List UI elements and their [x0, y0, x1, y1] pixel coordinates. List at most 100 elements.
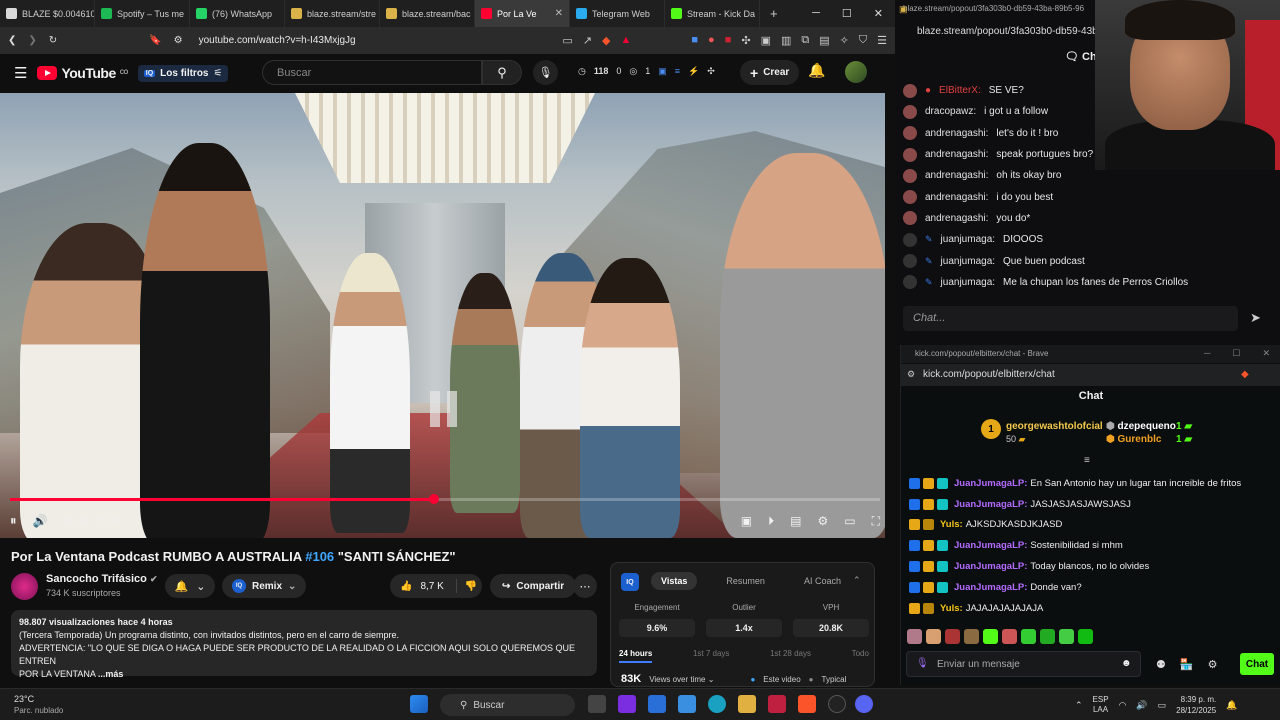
rewards-icon[interactable]: ▲ [621, 34, 632, 47]
collapse-chevron-icon[interactable]: ⌃ [853, 575, 861, 586]
top-gifter-name[interactable]: georgewashtolofcial [1006, 421, 1103, 432]
send-chat-button[interactable]: Chat [1240, 653, 1274, 675]
chat-username[interactable]: andrenagashi: [925, 128, 988, 139]
menu-icon[interactable]: ☰ [877, 34, 887, 47]
chat-avatar[interactable] [903, 147, 917, 162]
taskbar-search[interactable]: ⚲ Buscar [440, 694, 575, 716]
subtitles-icon[interactable]: ▤ [790, 514, 801, 529]
url-text[interactable]: youtube.com/watch?v=h-I43MxjgJg [199, 35, 356, 46]
app-icon[interactable] [618, 695, 636, 713]
sidebar-icon[interactable]: ▥ [781, 34, 791, 47]
app-icon[interactable] [768, 695, 786, 713]
weather-widget[interactable]: 23°C Parc. nublado [14, 693, 63, 717]
volume-icon[interactable]: 🔊 [33, 514, 48, 528]
folder-icon[interactable] [738, 695, 756, 713]
pinned-toggle-icon[interactable]: ≡ [1084, 455, 1090, 466]
chevron-up-icon[interactable]: ⌃ [1075, 700, 1083, 711]
video-description[interactable]: 98.807 visualizaciones hace 4 horas (Ter… [11, 610, 597, 679]
emote-icon[interactable] [1059, 629, 1074, 644]
fullscreen-icon[interactable]: ⛶ [872, 514, 880, 529]
emote-icon[interactable] [1021, 629, 1036, 644]
gifter-name[interactable]: ⬢ dzepequeno [1106, 421, 1176, 432]
chat-username[interactable]: JuanJumagaLP: [954, 561, 1027, 572]
brave-shield-icon[interactable]: ◆ [1241, 369, 1249, 380]
store-icon[interactable]: 🏪 [1180, 658, 1194, 671]
kick-message-input[interactable]: Enviar un mensaje [906, 651, 1141, 677]
send-icon[interactable]: ➤ [1250, 310, 1261, 326]
emote-icon[interactable] [945, 629, 960, 644]
chat-avatar[interactable] [903, 190, 917, 205]
chat-avatar[interactable] [903, 275, 917, 290]
back-icon[interactable]: ❮ [8, 35, 16, 46]
settings-gear-icon[interactable]: ⚙ [1208, 658, 1218, 671]
pause-overlay-icon[interactable] [430, 391, 460, 427]
chat-avatar[interactable] [903, 104, 917, 119]
emote-icon[interactable] [964, 629, 979, 644]
chat-username[interactable]: juanjumaga: [941, 234, 995, 245]
maximize-icon[interactable]: ☐ [1232, 348, 1240, 359]
extension-icon[interactable]: ⚡ [688, 66, 699, 77]
thumbs-up-icon[interactable]: 👍 [400, 581, 412, 592]
bits-icon[interactable]: ⚉ [1156, 658, 1166, 671]
chat-avatar[interactable] [903, 254, 917, 269]
youtube-logo[interactable]: YouTube CO [37, 65, 128, 81]
browser-tab[interactable]: BLAZE $0.004610 [0, 0, 95, 27]
clock[interactable]: 8:39 p. m. 28/12/2025 [1176, 694, 1216, 716]
emote-icon[interactable] [926, 629, 941, 644]
chat-username[interactable]: dracopawz: [925, 106, 976, 117]
chat-username[interactable]: JuanJumagaLP: [954, 582, 1027, 593]
minimize-icon[interactable]: ─ [812, 7, 820, 20]
cast-icon[interactable]: ▭ [562, 34, 572, 47]
chat-avatar[interactable] [903, 126, 917, 141]
close-icon[interactable]: ✕ [874, 7, 883, 20]
battery-icon[interactable]: ▭ [1158, 700, 1167, 711]
emoji-icon[interactable]: ☻ [1121, 658, 1132, 669]
windows-start-icon[interactable] [410, 695, 428, 713]
wifi-icon[interactable]: ◠ [1119, 700, 1127, 711]
chat-username[interactable]: juanjumaga: [941, 256, 995, 267]
emote-icon[interactable] [983, 629, 998, 644]
iq-icon[interactable]: ▣ [741, 514, 752, 529]
store-icon[interactable] [678, 695, 696, 713]
more-actions-button[interactable]: ⋯ [573, 574, 597, 598]
filters-button[interactable]: IQ Los filtros ⚟ [137, 64, 229, 82]
bookmark-icon[interactable]: 🔖 [149, 35, 161, 46]
chat-username[interactable]: andrenagashi: [925, 149, 988, 160]
close-tab-icon[interactable]: ✕ [555, 8, 563, 19]
chat-username[interactable]: JuanJumagaLP: [954, 540, 1027, 551]
emote-icon[interactable] [1002, 629, 1017, 644]
remix-button[interactable]: IQ Remix ⌄ [222, 574, 307, 598]
notifications-icon[interactable]: 🔔 [1226, 700, 1237, 711]
brave-shield-icon[interactable]: ◆ [602, 34, 610, 47]
discord-icon[interactable] [855, 695, 873, 713]
user-avatar[interactable] [845, 61, 867, 83]
like-count[interactable]: 8,7 K [420, 581, 443, 592]
browser-tab[interactable]: Por La Ve ✕ [475, 0, 570, 27]
translate-icon[interactable]: ■ [691, 34, 698, 47]
range-all[interactable]: Todo [852, 649, 869, 663]
chat-username[interactable]: Yuls: [940, 519, 963, 530]
tab-resumen[interactable]: Resumen [716, 572, 775, 590]
share-icon[interactable]: ↗ [583, 34, 592, 47]
close-icon[interactable]: ✕ [1262, 348, 1270, 359]
channel-name[interactable]: Sancocho Trifásico ✔ [46, 573, 157, 585]
popout-chat-input[interactable]: Chat... [903, 306, 1238, 331]
chat-username[interactable]: juanjumaga: [941, 277, 995, 288]
maximize-icon[interactable]: ☐ [842, 7, 852, 20]
browser-tab[interactable]: Telegram Web [570, 0, 665, 27]
chat-avatar[interactable] [903, 211, 917, 226]
notifications-bell-icon[interactable]: 🔔 [808, 62, 825, 79]
thumbs-down-icon[interactable]: 👎 [465, 581, 477, 592]
subscription-bell-button[interactable]: 🔔 ⌄ [165, 574, 215, 598]
emote-icon[interactable] [1040, 629, 1055, 644]
iq-icon[interactable]: ▣ [658, 66, 667, 77]
chat-avatar[interactable] [903, 168, 917, 183]
extension-icon[interactable]: ■ [725, 34, 732, 47]
list-icon[interactable]: ≡ [675, 66, 680, 77]
emote-icon[interactable] [907, 629, 922, 644]
kick-address-bar[interactable]: kick.com/popout/elbitterx/chat [901, 364, 1280, 386]
leo-icon[interactable]: ✧ [840, 34, 849, 47]
hamburger-menu-icon[interactable]: ☰ [14, 64, 27, 82]
range-24h[interactable]: 24 hours [619, 649, 653, 663]
search-input[interactable]: Buscar [262, 60, 482, 85]
